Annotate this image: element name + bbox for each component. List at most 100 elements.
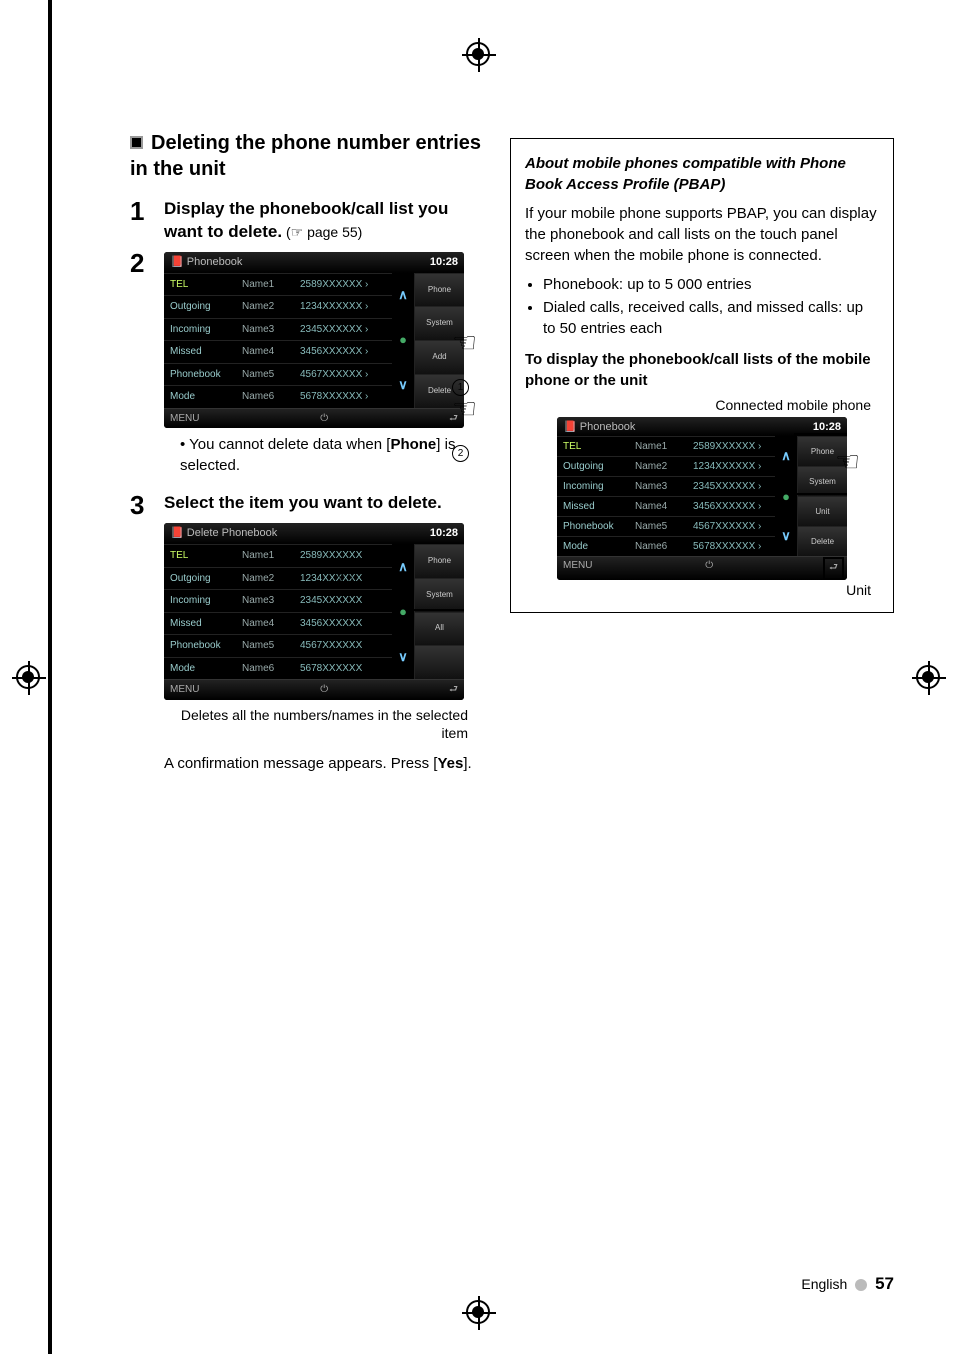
step-2: 2 📕 Phonebook10:28 TELName12589XXXXXX › … bbox=[130, 250, 488, 486]
scroll-up-icon[interactable]: ∧ bbox=[392, 273, 414, 318]
cat-tel[interactable]: TEL bbox=[164, 274, 238, 296]
side-btn-system[interactable]: System bbox=[414, 578, 464, 612]
side-btn-phone[interactable]: Phone bbox=[414, 273, 464, 307]
callout-label-top: Connected mobile phone bbox=[525, 397, 871, 413]
menu-button[interactable]: MENU bbox=[170, 683, 199, 697]
row-name[interactable]: Name4 bbox=[238, 341, 296, 363]
side-btn-delete[interactable]: Delete bbox=[797, 526, 847, 556]
step-number: 3 bbox=[130, 492, 164, 778]
left-column: Deleting the phone number entries in the… bbox=[130, 130, 488, 784]
scroll-down-icon[interactable]: ∨ bbox=[392, 634, 414, 679]
cat-phonebook[interactable]: Phonebook bbox=[164, 635, 238, 657]
side-btn-all[interactable]: All bbox=[414, 612, 464, 646]
trim-line bbox=[48, 0, 52, 1354]
callout-label-bottom: Unit bbox=[525, 582, 871, 598]
back-button[interactable]: ⮐ bbox=[449, 683, 458, 697]
scroll-up-icon[interactable]: ∧ bbox=[775, 436, 797, 476]
row-name[interactable]: Name5 bbox=[238, 364, 296, 386]
page-footer: English 57 bbox=[801, 1274, 894, 1294]
info-box-title: About mobile phones compatible with Phon… bbox=[525, 153, 879, 195]
registration-mark-bottom bbox=[466, 1300, 490, 1324]
step-3-instruction: Select the item you want to delete. bbox=[164, 493, 442, 512]
row-name[interactable]: Name1 bbox=[631, 437, 689, 456]
pointer-hand-icon: ☜ bbox=[330, 558, 355, 596]
screen-title: Phonebook bbox=[580, 421, 636, 433]
row-name[interactable]: Name3 bbox=[238, 590, 296, 612]
cat-tel[interactable]: TEL bbox=[557, 437, 631, 456]
section-heading-text: Deleting the phone number entries in the… bbox=[130, 132, 481, 180]
cat-phonebook[interactable]: Phonebook bbox=[557, 517, 631, 536]
scroll-down-icon[interactable]: ∨ bbox=[392, 363, 414, 408]
cat-missed[interactable]: Missed bbox=[164, 341, 238, 363]
scroll-up-icon[interactable]: ∧ bbox=[392, 544, 414, 589]
registration-mark-left bbox=[16, 665, 40, 689]
row-name[interactable]: Name3 bbox=[631, 477, 689, 496]
row-name[interactable]: Name2 bbox=[631, 457, 689, 476]
row-name[interactable]: Name1 bbox=[238, 545, 296, 567]
row-name[interactable]: Name3 bbox=[238, 319, 296, 341]
side-btn-unit[interactable]: Unit bbox=[797, 496, 847, 526]
cat-tel[interactable]: TEL bbox=[164, 545, 238, 567]
cat-missed[interactable]: Missed bbox=[164, 613, 238, 635]
screen-title: Phonebook bbox=[187, 256, 243, 268]
pointer-hand-icon: ☜1 bbox=[452, 324, 488, 400]
footer-dot-icon bbox=[855, 1279, 867, 1291]
cat-phonebook[interactable]: Phonebook bbox=[164, 364, 238, 386]
screen-title: Delete Phonebook bbox=[187, 527, 278, 539]
pointer-hand-icon: ☜ bbox=[835, 445, 860, 478]
step-3: 3 Select the item you want to delete. 📕 … bbox=[130, 492, 488, 778]
screenshot-caption: Deletes all the numbers/names in the sel… bbox=[164, 706, 468, 744]
cat-mode[interactable]: Mode bbox=[557, 537, 631, 556]
row-name[interactable]: Name5 bbox=[238, 635, 296, 657]
step-number: 2 bbox=[130, 250, 164, 486]
section-heading: Deleting the phone number entries in the… bbox=[130, 130, 488, 182]
step-number: 1 bbox=[130, 198, 164, 244]
square-bullet-icon bbox=[130, 136, 143, 149]
cat-incoming[interactable]: Incoming bbox=[164, 319, 238, 341]
cat-incoming[interactable]: Incoming bbox=[164, 590, 238, 612]
step-body: Select the item you want to delete. 📕 De… bbox=[164, 492, 488, 778]
registration-mark-top bbox=[466, 42, 490, 66]
step-body: Display the phonebook/call list you want… bbox=[164, 198, 488, 244]
row-name[interactable]: Name2 bbox=[238, 296, 296, 318]
page: Deleting the phone number entries in the… bbox=[0, 0, 954, 1354]
list-item: Phonebook: up to 5 000 entries bbox=[543, 274, 879, 295]
menu-button[interactable]: MENU bbox=[170, 412, 199, 426]
row-name[interactable]: Name4 bbox=[631, 497, 689, 516]
device-screenshot-phonebook: 📕 Phonebook10:28 TELName12589XXXXXX › Ou… bbox=[164, 252, 464, 428]
confirmation-note: A confirmation message appears. Press [Y… bbox=[164, 753, 488, 774]
cat-missed[interactable]: Missed bbox=[557, 497, 631, 516]
registration-mark-right bbox=[916, 665, 940, 689]
step-2-note: • You cannot delete data when [Phone] is… bbox=[180, 434, 488, 476]
cat-incoming[interactable]: Incoming bbox=[557, 477, 631, 496]
right-column: About mobile phones compatible with Phon… bbox=[510, 138, 868, 613]
cat-outgoing[interactable]: Outgoing bbox=[164, 568, 238, 590]
cat-mode[interactable]: Mode bbox=[164, 386, 238, 408]
scroll-down-icon[interactable]: ∨ bbox=[775, 516, 797, 556]
row-name[interactable]: Name2 bbox=[238, 568, 296, 590]
screen-clock: 10:28 bbox=[430, 255, 458, 270]
page-reference: (☞ page 55) bbox=[282, 224, 362, 240]
footer-language: English bbox=[801, 1276, 847, 1292]
info-box-body: If your mobile phone supports PBAP, you … bbox=[525, 203, 879, 266]
row-name[interactable]: Name5 bbox=[631, 517, 689, 536]
back-button[interactable]: ⮐ bbox=[826, 560, 841, 577]
device-screenshot-pbap: 📕 Phonebook10:28 TELName12589XXXXXX › Ou… bbox=[557, 417, 847, 580]
list-item: Dialed calls, received calls, and missed… bbox=[543, 297, 879, 339]
row-name[interactable]: Name6 bbox=[238, 658, 296, 680]
step-1: 1 Display the phonebook/call list you wa… bbox=[130, 198, 488, 244]
cat-outgoing[interactable]: Outgoing bbox=[164, 296, 238, 318]
screen-clock: 10:28 bbox=[430, 526, 458, 541]
footer-page-number: 57 bbox=[875, 1274, 894, 1293]
side-btn-phone[interactable]: Phone bbox=[414, 544, 464, 578]
row-name[interactable]: Name1 bbox=[238, 274, 296, 296]
row-name[interactable]: Name6 bbox=[631, 537, 689, 556]
cat-outgoing[interactable]: Outgoing bbox=[557, 457, 631, 476]
row-name[interactable]: Name6 bbox=[238, 386, 296, 408]
row-name[interactable]: Name4 bbox=[238, 613, 296, 635]
cat-mode[interactable]: Mode bbox=[164, 658, 238, 680]
info-box-subhead: To display the phonebook/call lists of t… bbox=[525, 349, 879, 391]
menu-button[interactable]: MENU bbox=[563, 560, 592, 577]
info-box-list: Phonebook: up to 5 000 entries Dialed ca… bbox=[525, 274, 879, 339]
device-screenshot-delete: 📕 Delete Phonebook10:28 TELName12589XXXX… bbox=[164, 523, 464, 699]
